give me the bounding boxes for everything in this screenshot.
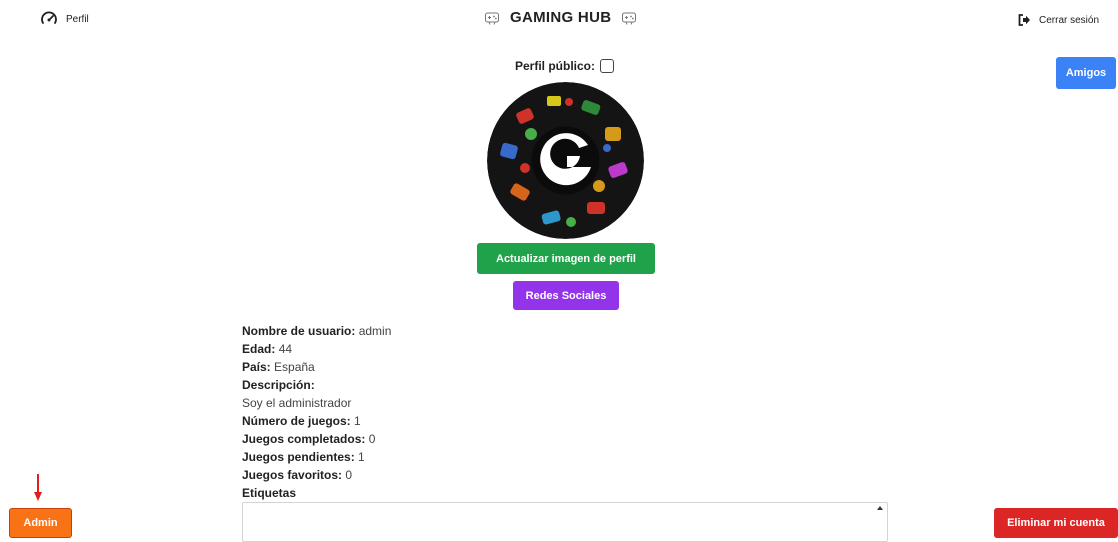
gamepad-icon: [622, 12, 637, 25]
username-row: Nombre de usuario: admin: [242, 322, 762, 340]
logout-link[interactable]: Cerrar sesión: [1017, 13, 1099, 27]
public-profile-checkbox[interactable]: [600, 59, 615, 73]
favorites-value: 0: [345, 468, 353, 482]
pending-label: Juegos pendientes:: [242, 450, 355, 464]
avatar-image: [487, 82, 644, 239]
description-label-row: Descripción:: [242, 376, 762, 394]
completed-row: Juegos completados: 0: [242, 430, 762, 448]
nav-profile-link[interactable]: Perfil: [40, 10, 89, 28]
update-profile-image-button[interactable]: Actualizar imagen de perfil: [477, 243, 655, 274]
completed-label: Juegos completados:: [242, 432, 366, 446]
games-count-row: Número de juegos: 1: [242, 412, 762, 430]
username-label: Nombre de usuario:: [242, 324, 356, 338]
speedometer-icon: [41, 11, 57, 24]
brand-title: GAMING HUB: [510, 9, 612, 26]
completed-value: 0: [368, 432, 376, 446]
username-value: admin: [358, 324, 392, 338]
games-count-label: Número de juegos:: [242, 414, 351, 428]
admin-button[interactable]: Admin: [9, 508, 72, 538]
social-networks-button[interactable]: Redes Sociales: [513, 281, 619, 310]
brand: GAMING HUB: [484, 9, 637, 26]
tags-label: Etiquetas: [242, 486, 297, 500]
public-profile-label: Perfil público:: [515, 59, 596, 73]
description-row: Soy el administrador: [242, 394, 762, 412]
age-row: Edad: 44: [242, 340, 762, 358]
profile-details: Nombre de usuario: admin Edad: 44 País: …: [242, 322, 762, 502]
country-label: País:: [242, 360, 271, 374]
age-label: Edad:: [242, 342, 276, 356]
description-label: Descripción:: [242, 378, 315, 392]
country-row: País: España: [242, 358, 762, 376]
age-value: 44: [278, 342, 293, 356]
description-value: Soy el administrador: [242, 396, 352, 410]
delete-account-button[interactable]: Eliminar mi cuenta: [994, 508, 1118, 538]
sign-out-icon: [1018, 14, 1030, 26]
favorites-label: Juegos favoritos:: [242, 468, 343, 482]
country-value: España: [274, 360, 315, 374]
favorites-row: Juegos favoritos: 0: [242, 466, 762, 484]
tags-textarea[interactable]: [242, 502, 888, 542]
nav-profile-label: Perfil: [66, 13, 89, 25]
tags-label-row: Etiquetas: [242, 484, 762, 502]
gamepad-icon: [485, 12, 499, 25]
scroll-up-icon[interactable]: [877, 506, 883, 510]
pending-row: Juegos pendientes: 1: [242, 448, 762, 466]
friends-button[interactable]: Amigos: [1056, 57, 1116, 89]
logout-label: Cerrar sesión: [1039, 14, 1100, 26]
top-navbar: Perfil GAMING HUB Cerrar sesión: [0, 0, 1118, 44]
red-down-arrow-icon: [34, 474, 42, 501]
public-profile-row: Perfil público:: [515, 59, 615, 73]
pending-value: 1: [358, 450, 365, 464]
avatar: [487, 82, 644, 239]
games-count-value: 1: [354, 414, 361, 428]
